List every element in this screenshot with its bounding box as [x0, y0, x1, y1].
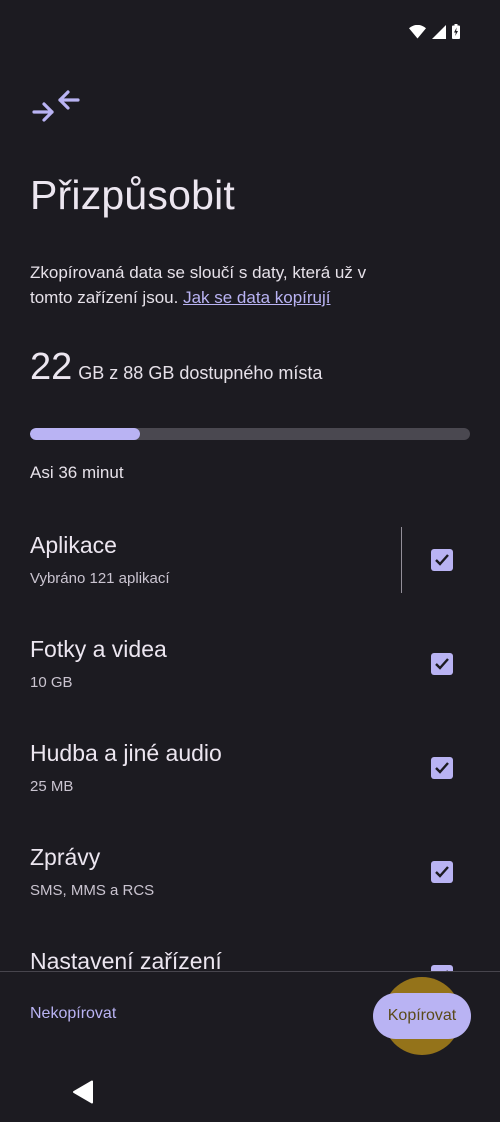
item-subtitle: 10 GB [30, 674, 73, 691]
photos-checkbox[interactable] [431, 653, 453, 675]
merge-arrows-icon [32, 90, 80, 122]
check-icon [435, 762, 449, 774]
copy-button[interactable]: Kopírovat [373, 993, 471, 1039]
item-title: Aplikace [30, 532, 117, 558]
check-icon [435, 658, 449, 670]
item-title: Fotky a videa [30, 636, 167, 662]
list-item-photos[interactable]: Fotky a videa 10 GB [0, 624, 500, 728]
footer-divider [0, 971, 500, 972]
description: Zkopírovaná data se sloučí s daty, která… [30, 260, 410, 310]
dont-copy-button[interactable]: Nekopírovat [30, 1005, 116, 1023]
check-icon [435, 866, 449, 878]
list-item-apps[interactable]: Aplikace Vybráno 121 aplikací [0, 520, 500, 624]
check-icon [435, 554, 449, 566]
data-type-list: Aplikace Vybráno 121 aplikací Fotky a vi… [0, 520, 500, 972]
audio-checkbox[interactable] [431, 757, 453, 779]
page-title: Přizpůsobit [30, 172, 236, 218]
storage-selected: 22 [30, 346, 73, 388]
item-title: Hudba a jiné audio [30, 740, 222, 766]
signal-icon [432, 24, 446, 39]
list-item-messages[interactable]: Zprávy SMS, MMS a RCS [0, 832, 500, 936]
list-item-device-settings[interactable]: Nastavení zařízení [0, 936, 500, 972]
storage-progress-bar [30, 428, 470, 440]
time-estimate: Asi 36 minut [30, 463, 124, 482]
status-bar [409, 24, 460, 39]
messages-checkbox[interactable] [431, 861, 453, 883]
item-subtitle: Vybráno 121 aplikací [30, 570, 170, 587]
storage-progress-fill [30, 428, 140, 440]
item-title: Zprávy [30, 844, 101, 870]
item-subtitle: 25 MB [30, 778, 74, 795]
storage-summary: 22 GB z 88 GB dostupného místa [30, 346, 322, 389]
how-copy-works-link[interactable]: Jak se data kopírují [183, 288, 330, 307]
item-title: Nastavení zařízení [30, 948, 222, 972]
apps-checkbox[interactable] [431, 549, 453, 571]
storage-available: GB z 88 GB dostupného místa [78, 363, 323, 383]
item-divider [401, 527, 402, 593]
list-item-audio[interactable]: Hudba a jiné audio 25 MB [0, 728, 500, 832]
battery-charging-icon [452, 24, 460, 39]
wifi-icon [409, 24, 426, 38]
item-subtitle: SMS, MMS a RCS [30, 882, 155, 899]
back-triangle-icon[interactable] [72, 1080, 94, 1104]
copy-button-label: Kopírovat [387, 1007, 457, 1024]
